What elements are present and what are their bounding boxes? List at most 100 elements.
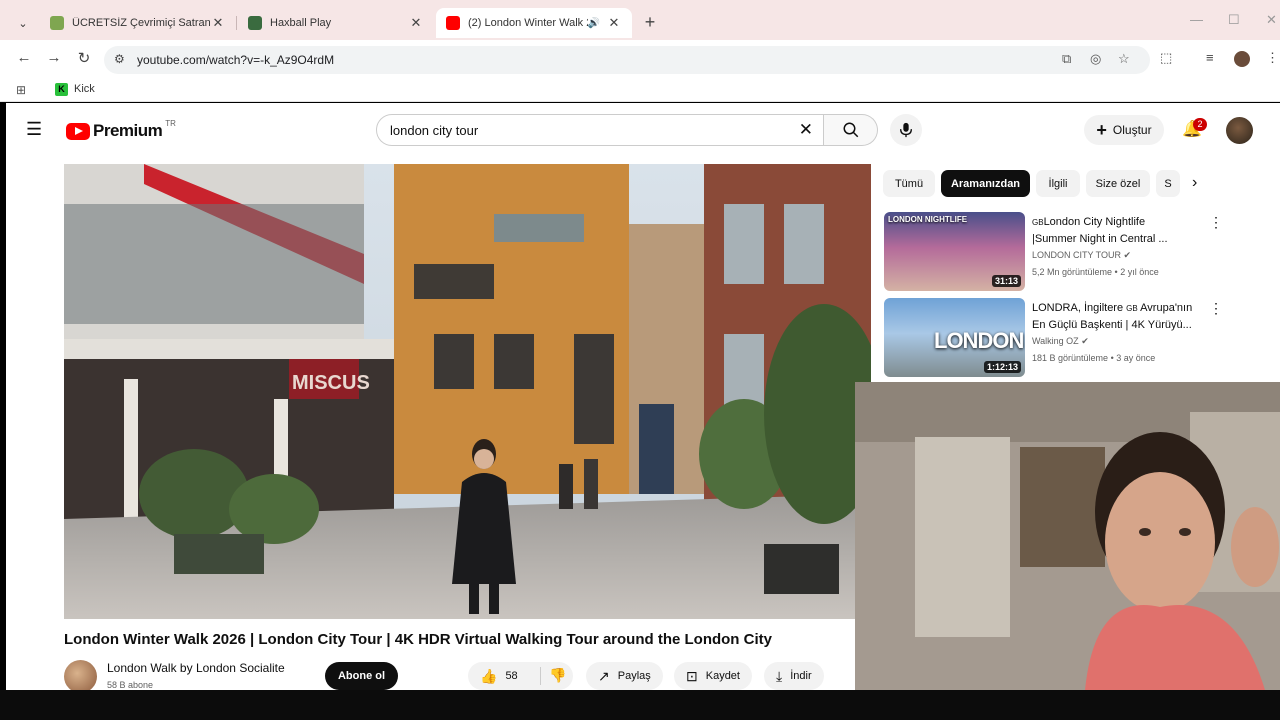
url-text[interactable]: youtube.com/watch?v=-k_Az9O4rdM — [137, 53, 334, 67]
webcam-frame — [855, 382, 1280, 690]
duration-badge: 31:13 — [991, 275, 1021, 287]
chip-from-search[interactable]: Aramanızdan — [941, 170, 1030, 197]
address-bar[interactable]: ⚙ youtube.com/watch?v=-k_Az9O4rdM ⧉ ◎ ☆ — [104, 46, 1150, 74]
download-label: İndir — [790, 670, 812, 682]
channel-label: Walking OZ — [1032, 336, 1079, 346]
title-line-1: LONDRA, İngiltere — [1032, 302, 1124, 314]
voice-search-button[interactable] — [890, 114, 922, 146]
tab-title: ÜCRETSİZ Çevrimiçi Satranç Oyna — [72, 17, 210, 29]
clear-search-icon[interactable]: ✕ — [799, 120, 813, 140]
webcam-overlay — [855, 382, 1280, 690]
verified-icon: ✔ — [1123, 250, 1132, 260]
flag-mid: GB — [1126, 304, 1138, 313]
tab-title: Haxball Play — [270, 17, 332, 29]
tab-title: (2) London Winter Walk 2026 — [468, 17, 588, 29]
like-count[interactable]: 58 — [505, 670, 517, 682]
kick-icon[interactable]: K — [55, 83, 68, 96]
view-count: 181 B görüntüleme — [1032, 353, 1109, 363]
search-button[interactable] — [824, 114, 878, 146]
thumbnail-text: LONDON — [934, 328, 1024, 353]
close-icon[interactable]: ✕ — [606, 15, 622, 31]
tab-search-chevron-icon[interactable]: ⌄ — [14, 14, 32, 32]
pawn-icon — [50, 16, 64, 30]
like-divider — [540, 667, 541, 685]
forward-icon[interactable]: → — [44, 49, 64, 66]
save-button[interactable]: ⊡ Kaydet — [674, 662, 752, 690]
close-icon[interactable]: ✕ — [210, 15, 226, 31]
browser-toolbar: ← → ↻ ⚙ youtube.com/watch?v=-k_Az9O4rdM … — [0, 40, 1280, 78]
microphone-icon — [900, 122, 912, 138]
hamburger-menu-icon[interactable]: ☰ — [26, 119, 42, 140]
create-button[interactable]: + Oluştur — [1084, 115, 1164, 145]
more-options-icon[interactable]: ⋮ — [1209, 300, 1223, 317]
video-thumbnail[interactable]: LONDON 1:12:13 — [884, 298, 1025, 377]
back-icon[interactable]: ← — [14, 49, 34, 66]
reload-icon[interactable]: ↻ — [74, 49, 94, 67]
profile-avatar[interactable] — [1234, 51, 1250, 67]
video-thumbnail[interactable]: LONDON NIGHTLIFE 31:13 — [884, 212, 1025, 291]
bookmark-kick[interactable]: Kick — [74, 83, 95, 95]
chip-for-you[interactable]: Size özel — [1086, 170, 1150, 197]
tab-youtube[interactable]: (2) London Winter Walk 2026 🔊 ✕ — [436, 8, 632, 38]
browser-tab-bar: ⌄ ÜCRETSİZ Çevrimiçi Satranç Oyna ✕ Haxb… — [0, 0, 1280, 44]
search-icon — [843, 122, 858, 138]
channel-label: LONDON CITY TOUR — [1032, 250, 1122, 260]
tab-haxball[interactable]: Haxball Play ✕ — [238, 8, 434, 38]
more-options-icon[interactable]: ⋮ — [1209, 214, 1223, 231]
title-line-1: London City Nightlife — [1043, 216, 1146, 228]
youtube-play-icon — [66, 122, 90, 140]
recommendation-meta: 181 B görüntüleme • 3 ay önce — [1032, 353, 1156, 363]
account-avatar[interactable] — [1226, 117, 1253, 144]
recommendation-item[interactable]: LONDON 1:12:13 LONDRA, İngiltere GB Avru… — [884, 298, 1224, 378]
close-window-icon[interactable]: ✕ — [1266, 12, 1277, 28]
duration-badge: 1:12:13 — [983, 361, 1021, 373]
close-icon[interactable]: ✕ — [408, 15, 424, 31]
recommendation-channel[interactable]: LONDON CITY TOUR ✔ — [1032, 250, 1131, 261]
media-control-icon[interactable]: ≡ — [1206, 50, 1214, 65]
video-title: London Winter Walk 2026 | London City To… — [64, 631, 772, 648]
share-button[interactable]: ↗ Paylaş — [586, 662, 663, 690]
install-app-icon[interactable]: ⧉ — [1062, 51, 1071, 67]
tab-chess[interactable]: ÜCRETSİZ Çevrimiçi Satranç Oyna ✕ — [40, 8, 236, 38]
bookmark-icon: ⊡ — [686, 667, 698, 684]
new-tab-button[interactable]: + — [640, 12, 660, 33]
site-info-icon[interactable]: ⚙ — [114, 52, 125, 66]
chip-related[interactable]: İlgili — [1036, 170, 1080, 197]
menu-icon[interactable]: ⋮ — [1266, 50, 1279, 66]
maximize-icon[interactable]: ☐ — [1228, 12, 1240, 28]
chip-partial[interactable]: S — [1156, 170, 1180, 197]
recommendation-channel[interactable]: Walking OZ ✔ — [1032, 336, 1089, 347]
search-box[interactable]: london city tour ✕ — [376, 114, 824, 146]
recommendation-item[interactable]: LONDON NIGHTLIFE 31:13 GBLondon City Nig… — [884, 212, 1224, 292]
apps-grid-icon[interactable]: ⊞ — [16, 83, 26, 97]
create-label: Oluştur — [1112, 123, 1152, 137]
dislike-icon[interactable]: 👎 — [549, 667, 566, 684]
subscribe-button[interactable]: Abone ol — [325, 662, 398, 690]
youtube-icon — [446, 16, 460, 30]
tab-divider — [236, 16, 237, 30]
recommendation-title[interactable]: GBLondon City Nightlife |Summer Night in… — [1032, 214, 1204, 247]
search-input[interactable]: london city tour — [390, 123, 478, 138]
chevron-right-icon[interactable]: › — [1192, 174, 1197, 192]
download-button[interactable]: ⤓ İndir — [764, 662, 824, 690]
notification-badge: 2 — [1193, 118, 1207, 131]
like-icon[interactable]: 👍 — [480, 668, 497, 685]
video-player[interactable]: MISCUS — [64, 164, 871, 619]
screen-bottom-border — [0, 690, 1280, 720]
share-icon: ↗ — [598, 667, 610, 684]
youtube-logo[interactable]: Premium TR — [66, 119, 176, 141]
speaker-icon[interactable]: 🔊 — [588, 18, 600, 29]
channel-name[interactable]: London Walk by London Socialite — [107, 661, 285, 675]
channel-avatar[interactable] — [64, 660, 97, 690]
bookmark-star-icon[interactable]: ☆ — [1118, 51, 1130, 67]
recommendation-title[interactable]: LONDRA, İngiltere GB Avrupa'nın En Güçlü… — [1032, 300, 1204, 333]
haxball-icon — [248, 16, 262, 30]
title-line-1b: Avrupa'nın — [1140, 302, 1193, 314]
upload-age: 3 ay önce — [1116, 353, 1156, 363]
logo-text: Premium — [93, 121, 163, 140]
minimize-icon[interactable]: — — [1190, 12, 1203, 27]
extensions-icon[interactable]: ⬚ — [1160, 50, 1172, 66]
flag-prefix: GB — [1032, 218, 1044, 227]
chip-all[interactable]: Tümü — [883, 170, 935, 197]
tracking-protection-icon[interactable]: ◎ — [1090, 51, 1101, 67]
